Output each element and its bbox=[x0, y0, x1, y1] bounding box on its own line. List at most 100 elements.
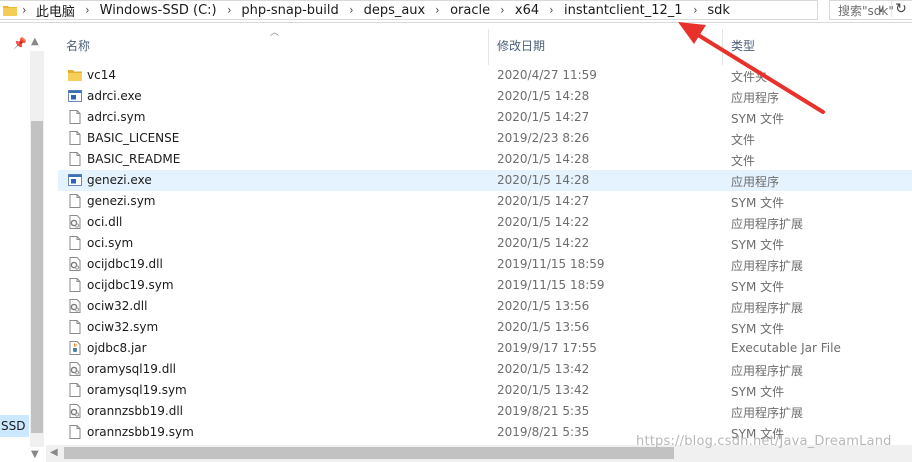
nav-item-ssd[interactable]: SSD bbox=[0, 415, 29, 437]
nav-item-label: SSD bbox=[1, 419, 26, 433]
file-row[interactable]: ociw32.sym 2020/1/5 13:56 SYM 文件 bbox=[58, 317, 912, 338]
file-row[interactable]: vc14 2020/4/27 11:59 文件夹 bbox=[58, 65, 912, 86]
chevron-right-icon[interactable]: › bbox=[342, 3, 360, 17]
breadcrumb-item[interactable]: php-snap-build bbox=[240, 3, 339, 18]
dll-icon bbox=[67, 403, 83, 419]
breadcrumb-item[interactable]: instantclient_12_1 bbox=[563, 3, 684, 18]
dll-icon bbox=[67, 214, 83, 230]
file-icon bbox=[67, 277, 83, 293]
dll-icon bbox=[67, 298, 83, 314]
pin-icon[interactable]: 📌 bbox=[13, 37, 27, 50]
file-type: 应用程序扩展 bbox=[731, 364, 804, 378]
file-row[interactable]: BASIC_LICENSE 2019/2/23 8:26 文件 bbox=[58, 128, 912, 149]
column-divider[interactable] bbox=[488, 29, 489, 65]
file-row[interactable]: oci.sym 2020/1/5 14:22 SYM 文件 bbox=[58, 233, 912, 254]
file-type: SYM 文件 bbox=[731, 280, 785, 294]
chevron-right-icon[interactable]: › bbox=[220, 3, 238, 17]
file-type: SYM 文件 bbox=[731, 196, 785, 210]
file-name: BASIC_LICENSE bbox=[87, 131, 180, 145]
file-modified-date: 2019/8/21 5:35 bbox=[497, 425, 590, 439]
file-row[interactable]: ojdbc8.jar 2019/9/17 17:55 Executable Jar … bbox=[58, 338, 912, 359]
breadcrumb-item[interactable]: x64 bbox=[514, 3, 540, 18]
column-header-date[interactable]: 修改日期 bbox=[497, 37, 545, 54]
folder-icon bbox=[3, 5, 17, 16]
file-type: 应用程序 bbox=[731, 91, 780, 105]
breadcrumb-item[interactable]: deps_aux bbox=[363, 3, 427, 18]
file-name: ociw32.dll bbox=[87, 299, 148, 313]
file-type: 文件 bbox=[731, 154, 756, 168]
breadcrumb[interactable]: › 此电脑 › Windows-SSD (C:) › php-snap-build › dep… bbox=[0, 0, 818, 20]
scroll-left-icon[interactable]: ◀ bbox=[50, 447, 58, 458]
file-modified-date: 2020/1/5 14:27 bbox=[497, 110, 590, 124]
file-type: 应用程序扩展 bbox=[731, 301, 804, 315]
file-row[interactable]: ocijdbc19.dll 2019/11/15 18:59 应用程序扩展 bbox=[58, 254, 912, 275]
file-row[interactable]: ocijdbc19.sym 2019/11/15 18:59 SYM 文件 bbox=[58, 275, 912, 296]
file-row[interactable]: orannzsbb19.dll 2019/8/21 5:35 应用程序扩展 bbox=[58, 401, 912, 422]
column-header-name[interactable]: 名称 bbox=[66, 37, 90, 54]
chevron-right-icon[interactable]: › bbox=[78, 3, 96, 17]
file-name: genezi.exe bbox=[87, 173, 152, 187]
file-modified-date: 2020/1/5 14:22 bbox=[497, 236, 590, 250]
breadcrumb-item[interactable]: sdk bbox=[706, 3, 731, 18]
file-type: SYM 文件 bbox=[731, 238, 785, 252]
file-modified-date: 2020/1/5 14:27 bbox=[497, 194, 590, 208]
file-row[interactable]: ociw32.dll 2020/1/5 13:56 应用程序扩展 bbox=[58, 296, 912, 317]
file-name: BASIC_README bbox=[87, 152, 181, 166]
dll-icon bbox=[67, 256, 83, 272]
file-modified-date: 2020/1/5 14:28 bbox=[497, 89, 590, 103]
file-modified-date: 2020/1/5 13:42 bbox=[497, 383, 590, 397]
chevron-right-icon[interactable]: › bbox=[22, 3, 33, 17]
file-name: ocijdbc19.sym bbox=[87, 278, 174, 292]
file-modified-date: 2020/1/5 14:22 bbox=[497, 215, 590, 229]
file-icon bbox=[67, 319, 83, 335]
file-row[interactable]: oramysql19.dll 2020/1/5 13:42 应用程序扩展 bbox=[58, 359, 912, 380]
search-placeholder: 搜索"sdk" bbox=[838, 3, 894, 18]
file-row[interactable]: BASIC_README 2020/1/5 14:28 文件 bbox=[58, 149, 912, 170]
nav-scrollbar-thumb[interactable] bbox=[31, 121, 43, 433]
file-icon bbox=[67, 235, 83, 251]
file-modified-date: 2019/11/15 18:59 bbox=[497, 257, 605, 271]
breadcrumb-item[interactable]: oracle bbox=[449, 3, 491, 18]
file-name: ocijdbc19.dll bbox=[87, 257, 163, 271]
file-modified-date: 2020/1/5 14:28 bbox=[497, 152, 590, 166]
scroll-up-icon[interactable]: ▲ bbox=[31, 36, 39, 47]
file-row[interactable]: adrci.exe 2020/1/5 14:28 应用程序 bbox=[58, 86, 912, 107]
breadcrumb-item[interactable]: 此电脑 bbox=[35, 1, 76, 20]
file-row[interactable]: oci.dll 2020/1/5 14:22 应用程序扩展 bbox=[58, 212, 912, 233]
column-header-type[interactable]: 类型 bbox=[731, 37, 755, 54]
chevron-right-icon[interactable]: › bbox=[493, 3, 511, 17]
file-icon bbox=[67, 193, 83, 209]
file-name: oramysql19.dll bbox=[87, 362, 176, 376]
file-row[interactable]: adrci.sym 2020/1/5 14:27 SYM 文件 bbox=[58, 107, 912, 128]
file-name: adrci.exe bbox=[87, 89, 142, 103]
dll-icon bbox=[67, 361, 83, 377]
scroll-down-icon[interactable]: ▼ bbox=[31, 449, 39, 460]
file-name: oci.dll bbox=[87, 215, 123, 229]
file-type: SYM 文件 bbox=[731, 112, 785, 126]
file-type: 应用程序扩展 bbox=[731, 406, 804, 420]
file-name: ociw32.sym bbox=[87, 320, 159, 334]
jar-icon bbox=[67, 340, 83, 356]
breadcrumb-item[interactable]: Windows-SSD (C:) bbox=[99, 3, 218, 18]
file-row[interactable]: oramysql19.sym 2020/1/5 13:42 SYM 文件 bbox=[58, 380, 912, 401]
file-row[interactable]: genezi.exe 2020/1/5 14:28 应用程序 bbox=[58, 170, 912, 191]
file-name: vc14 bbox=[87, 68, 116, 82]
chevron-right-icon[interactable]: › bbox=[542, 3, 560, 17]
watermark: https://blog.csdn.net/Java_DreamLand bbox=[636, 434, 892, 449]
file-row[interactable]: genezi.sym 2020/1/5 14:27 SYM 文件 bbox=[58, 191, 912, 212]
navigation-pane: 📌 ▲ SSD ▼ bbox=[0, 23, 46, 462]
folder-icon bbox=[67, 67, 83, 83]
column-divider[interactable] bbox=[722, 29, 723, 65]
search-input[interactable]: 搜索"sdk" bbox=[829, 0, 912, 20]
horizontal-scrollbar-thumb[interactable] bbox=[64, 447, 674, 459]
column-header-row: ︿ 名称 修改日期 类型 bbox=[58, 23, 912, 65]
address-bar: › 此电脑 › Windows-SSD (C:) › php-snap-build › dep… bbox=[0, 0, 912, 23]
chevron-right-icon[interactable]: › bbox=[686, 3, 704, 17]
file-type: 文件夹 bbox=[731, 70, 768, 84]
chevron-right-icon[interactable]: › bbox=[429, 3, 447, 17]
file-name: oramysql19.sym bbox=[87, 383, 187, 397]
file-type: 应用程序扩展 bbox=[731, 259, 804, 273]
file-modified-date: 2019/2/23 8:26 bbox=[497, 131, 590, 145]
file-icon bbox=[67, 151, 83, 167]
file-type: 应用程序扩展 bbox=[731, 217, 804, 231]
